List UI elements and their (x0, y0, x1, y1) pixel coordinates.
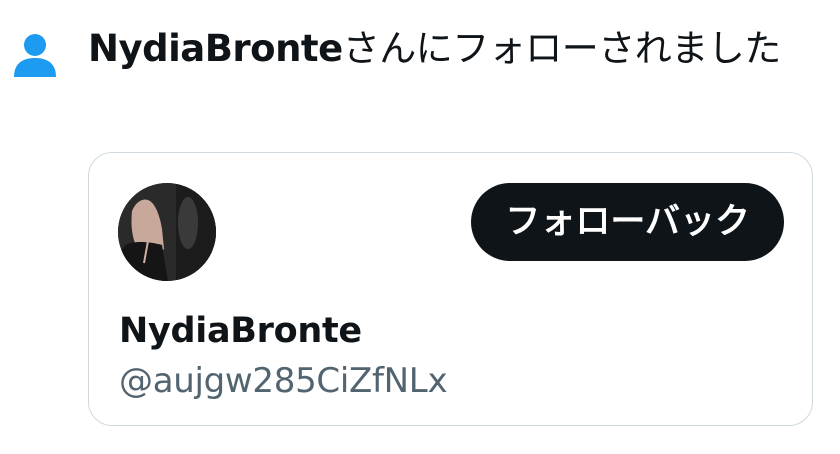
notification-message: さんにフォローされました (342, 27, 782, 70)
user-handle[interactable]: @aujgw285CiZfNLx (119, 359, 448, 403)
user-display-name[interactable]: NydiaBronte (119, 309, 362, 353)
user-card[interactable]: フォローバック NydiaBronte @aujgw285CiZfNLx (88, 152, 813, 426)
notification-actor-name[interactable]: NydiaBronte (88, 27, 343, 70)
notification-text: NydiaBronteさんにフォローされました (88, 22, 818, 76)
person-icon (10, 30, 60, 80)
user-avatar[interactable] (118, 183, 216, 281)
follow-back-button[interactable]: フォローバック (471, 183, 784, 261)
